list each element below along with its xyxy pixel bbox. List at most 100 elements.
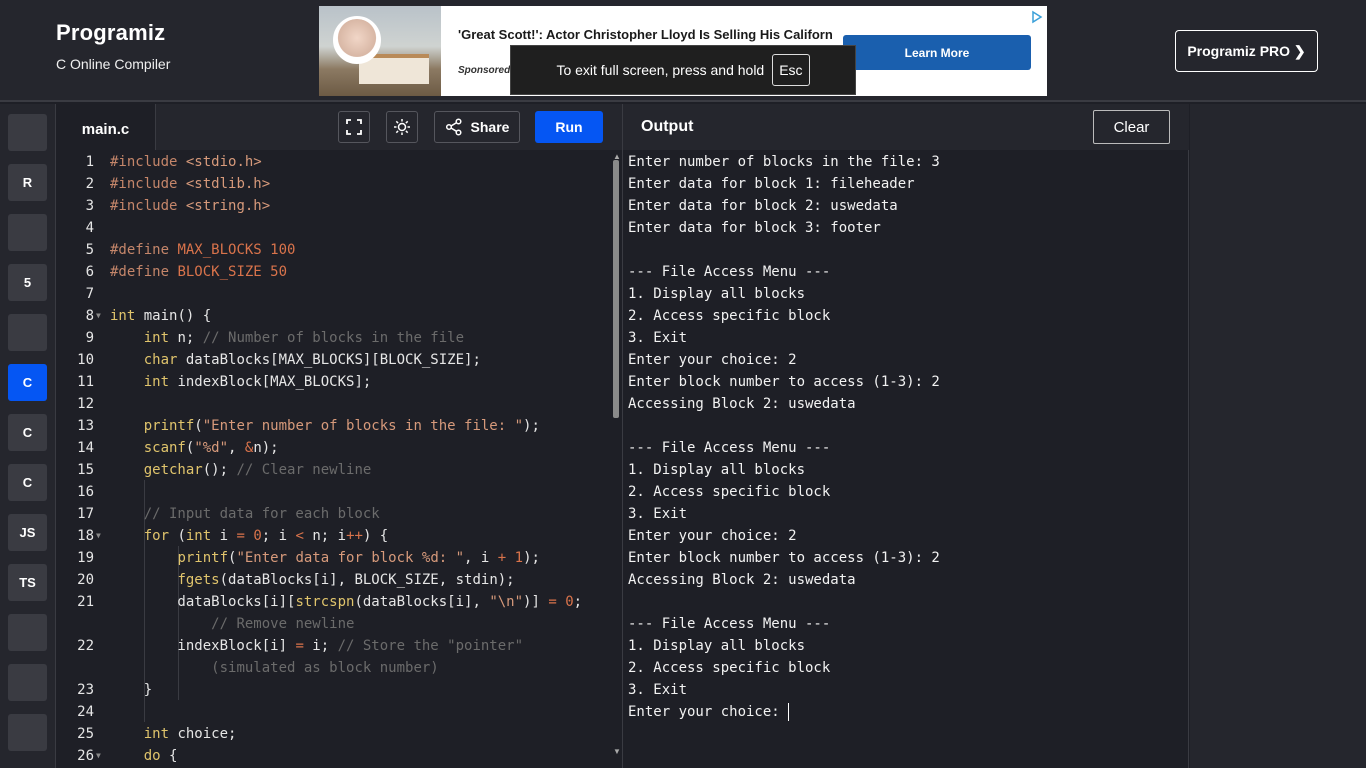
output-line: Enter data for block 2: uswedata: [628, 198, 898, 214]
theme-toggle-button[interactable]: [386, 111, 418, 143]
editor-toolbar: main.c Share Run: [56, 104, 622, 154]
code-line[interactable]: // Remove newline: [56, 613, 616, 635]
code-line[interactable]: 9 int n; // Number of blocks in the file: [56, 327, 616, 349]
code-line[interactable]: 11 int indexBlock[MAX_BLOCKS];: [56, 371, 616, 393]
programiz-logo[interactable]: Programiz C Online Compiler: [56, 20, 170, 72]
code-line[interactable]: 22 indexBlock[i] = i; // Store the "poin…: [56, 635, 616, 657]
code-text: // Remove newline: [211, 616, 355, 632]
language-sidebar: R 5 C C C JS TS: [0, 104, 56, 768]
line-number: 9: [85, 330, 94, 346]
fullscreen-icon: [346, 119, 362, 135]
output-line: 1. Display all blocks: [628, 286, 806, 302]
ts-icon[interactable]: TS: [8, 564, 47, 601]
code-line[interactable]: 12: [56, 393, 616, 415]
code-text: #include <stdio.h>: [110, 154, 262, 170]
output-line: Enter block number to access (1-3): 2: [628, 374, 940, 390]
output-line: 1. Display all blocks: [628, 638, 806, 654]
go-icon[interactable]: [8, 614, 47, 651]
code-line[interactable]: 19 printf("Enter data for block %d: ", i…: [56, 547, 616, 569]
code-editor[interactable]: ▲ ▼ 1 #include <stdio.h> 2 #include <stdlib…: [56, 150, 622, 768]
code-text: // Input data for each block: [143, 506, 380, 522]
output-line: 3. Exit: [628, 682, 688, 698]
clear-output-button[interactable]: Clear: [1093, 110, 1170, 144]
line-number: 1: [85, 154, 94, 170]
code-line[interactable]: 8 ▼ int main() {: [56, 305, 616, 327]
output-line: Enter data for block 1: fileheader: [628, 176, 915, 192]
csharp-icon[interactable]: C: [8, 464, 47, 501]
code-line[interactable]: 4: [56, 217, 616, 239]
cpp-icon[interactable]: C: [8, 414, 47, 451]
code-line[interactable]: 6 #define BLOCK_SIZE 50: [56, 261, 616, 283]
code-line[interactable]: 13 printf("Enter number of blocks in the…: [56, 415, 616, 437]
code-line[interactable]: 15 getchar(); // Clear newline: [56, 459, 616, 481]
code-line[interactable]: 2 #include <stdlib.h>: [56, 173, 616, 195]
sun-icon: [394, 119, 410, 135]
sql-icon[interactable]: [8, 214, 47, 251]
code-text: #include <stdlib.h>: [110, 176, 271, 192]
output-title: Output: [641, 118, 694, 135]
fold-arrow-icon[interactable]: ▼: [96, 305, 101, 327]
code-line[interactable]: 5 #define MAX_BLOCKS 100: [56, 239, 616, 261]
code-line[interactable]: 7: [56, 283, 616, 305]
code-text: printf("Enter number of blocks in the fi…: [143, 418, 540, 434]
share-button[interactable]: Share: [434, 111, 520, 143]
code-text: printf("Enter data for block %d: ", i + …: [177, 550, 540, 566]
code-text: dataBlocks[i][strcspn(dataBlocks[i], "\n…: [110, 594, 583, 610]
code-line[interactable]: 26 ▼ do {: [56, 745, 616, 767]
code-text: do {: [143, 748, 178, 764]
r-icon[interactable]: R: [8, 164, 47, 201]
code-line[interactable]: 18 ▼ for (int i = 0; i < n; i++) {: [56, 525, 616, 547]
code-text: for (int i = 0; i < n; i++) {: [143, 528, 389, 544]
code-text: int choice;: [143, 726, 237, 742]
output-line: Enter your choice: 2: [628, 352, 797, 368]
ad-sponsored-label: Sponsored: [458, 65, 511, 76]
code-line[interactable]: 3 #include <string.h>: [56, 195, 616, 217]
code-line[interactable]: (simulated as block number): [56, 657, 616, 679]
line-number: 5: [85, 242, 94, 258]
code-line[interactable]: 21 dataBlocks[i][strcspn(dataBlocks[i], …: [56, 591, 616, 613]
code-line[interactable]: 20 fgets(dataBlocks[i], BLOCK_SIZE, stdi…: [56, 569, 616, 591]
js-icon[interactable]: JS: [8, 514, 47, 551]
output-line: Enter block number to access (1-3): 2: [628, 550, 940, 566]
line-number: 15: [77, 462, 94, 478]
php-icon[interactable]: [8, 664, 47, 701]
line-number: 10: [77, 352, 94, 368]
input-caret[interactable]: [788, 703, 790, 721]
output-line: 2. Access specific block: [628, 484, 831, 500]
adchoices-icon[interactable]: [1030, 10, 1044, 24]
ad-learn-more-button[interactable]: Learn More: [843, 35, 1031, 70]
code-line[interactable]: 25 int choice;: [56, 723, 616, 745]
python-icon[interactable]: [8, 114, 47, 151]
java-icon[interactable]: [8, 314, 47, 351]
code-line[interactable]: 10 char dataBlocks[MAX_BLOCKS][BLOCK_SIZ…: [56, 349, 616, 371]
line-number: 8: [85, 308, 94, 324]
fold-arrow-icon[interactable]: ▼: [96, 525, 101, 547]
c-icon[interactable]: C: [8, 364, 47, 401]
output-line: --- File Access Menu ---: [628, 264, 831, 280]
run-button[interactable]: Run: [535, 111, 603, 143]
code-line[interactable]: 23 }: [56, 679, 616, 701]
esc-key-hint: Esc: [772, 54, 810, 86]
code-text: #include <string.h>: [110, 198, 271, 214]
code-text: #define MAX_BLOCKS 100: [110, 242, 296, 258]
ad-image: [319, 6, 441, 96]
code-text: int indexBlock[MAX_BLOCKS];: [143, 374, 372, 390]
line-number: 2: [85, 176, 94, 192]
code-text: char dataBlocks[MAX_BLOCKS][BLOCK_SIZE];: [143, 352, 481, 368]
swift-icon[interactable]: [8, 714, 47, 751]
fold-arrow-icon[interactable]: ▼: [96, 745, 101, 767]
output-console[interactable]: Enter number of blocks in the file: 3 Ent…: [622, 150, 1189, 768]
code-line[interactable]: 14 scanf("%d", &n);: [56, 437, 616, 459]
code-line[interactable]: 24: [56, 701, 616, 723]
line-number: 24: [77, 704, 94, 720]
html-icon[interactable]: 5: [8, 264, 47, 301]
ad-headline[interactable]: 'Great Scott!': Actor Christopher Lloyd …: [458, 26, 838, 43]
code-line[interactable]: 1 #include <stdio.h>: [56, 151, 616, 173]
code-line[interactable]: 17 // Input data for each block: [56, 503, 616, 525]
code-line[interactable]: 16: [56, 481, 616, 503]
line-number: 3: [85, 198, 94, 214]
programiz-pro-button[interactable]: Programiz PRO ❯: [1175, 30, 1318, 72]
file-tab-main-c[interactable]: main.c: [56, 104, 156, 154]
code-text: int n; // Number of blocks in the file: [143, 330, 465, 346]
fullscreen-button[interactable]: [338, 111, 370, 143]
